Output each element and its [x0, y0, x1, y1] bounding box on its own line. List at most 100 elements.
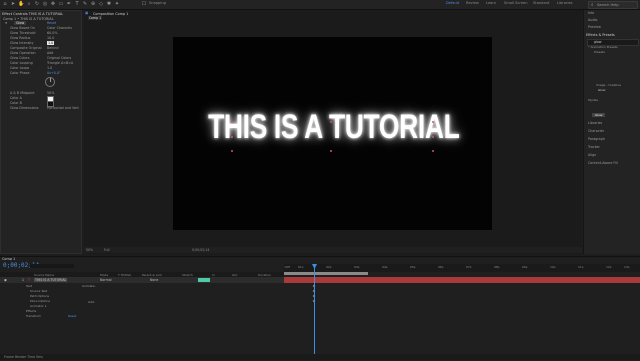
sub-row[interactable]: Source Text [30, 289, 47, 293]
prop-value[interactable]: Color Channels [47, 26, 72, 30]
headline-text-layer[interactable]: THIS IS A TUTORIAL [208, 108, 460, 147]
effects-presets-header[interactable]: Effects & Presets [586, 33, 615, 37]
sub-row[interactable]: Transform [26, 314, 41, 318]
text-handle[interactable] [432, 150, 434, 152]
pan-behind-tool-icon[interactable]: ✥ [50, 1, 56, 7]
prop-value[interactable]: 1.0 [47, 66, 52, 70]
hand-tool-icon[interactable]: ✋ [18, 1, 24, 7]
character-panel-tab[interactable]: Character [588, 129, 604, 133]
prop-value[interactable]: 60.0% [47, 31, 57, 35]
rotate-tool-icon[interactable]: ↻ [34, 1, 40, 7]
content-aware-fill-panel-tab[interactable]: Content-Aware Fill [588, 161, 618, 165]
clone-tool-icon[interactable]: ⊕ [90, 1, 96, 7]
libraries-panel-tab[interactable]: Libraries [588, 121, 602, 125]
prop-value[interactable]: 1.0 [47, 41, 55, 45]
prop-value[interactable]: Original Colors [47, 56, 71, 60]
prop-value[interactable]: Add [47, 51, 53, 55]
col-mode[interactable]: Mode [100, 273, 108, 277]
effect-name-glow[interactable]: Glow [14, 21, 27, 25]
help-search-input[interactable]: ⌕ Search Help [588, 1, 638, 9]
tree-item[interactable]: Image - Creative [596, 83, 621, 87]
paragraph-panel-tab[interactable]: Paragraph [588, 137, 605, 141]
col-trkmat[interactable]: T TrkMat [118, 273, 131, 277]
effect-expand-icon[interactable]: ▼ [5, 21, 7, 25]
effect-reset-link[interactable]: Reset [47, 21, 56, 25]
work-area-bar[interactable] [284, 272, 368, 275]
text-handle[interactable] [330, 150, 332, 152]
prop-value[interactable]: Behind [47, 46, 58, 50]
resolution-select[interactable]: Full [104, 248, 109, 252]
prop-value[interactable]: 10.0 [47, 36, 54, 40]
text-handle[interactable] [432, 121, 434, 123]
prop-value[interactable]: 0x+0.0° [47, 71, 61, 75]
tree-item[interactable]: Stylize [588, 98, 598, 102]
layer-mode[interactable]: Normal [100, 278, 112, 282]
brush-tool-icon[interactable]: ✎ [82, 1, 88, 7]
viewer-timecode[interactable]: 0;00;02;14 [192, 248, 209, 252]
prop-label: Color Phase [10, 71, 30, 75]
col-out[interactable]: Out [232, 273, 237, 277]
sub-row[interactable]: Text [26, 284, 32, 288]
comp-name-chip[interactable]: Comp 1 [88, 16, 102, 20]
prop-value[interactable]: Horizontal and Vert [47, 106, 79, 110]
effects-search-input[interactable]: glow [587, 39, 639, 46]
zoom-level[interactable]: 50% [86, 248, 93, 252]
workspace-review[interactable]: Review [466, 1, 479, 5]
workspace-libraries[interactable]: Libraries [557, 1, 573, 5]
sub-row[interactable]: Effects [26, 309, 36, 313]
selection-tool-icon[interactable]: ➤ [10, 1, 16, 7]
timeline-search-input[interactable] [30, 264, 74, 268]
col-parent[interactable]: Parent & Link [142, 273, 162, 277]
layer-name[interactable]: THIS IS A TUTORIAL [34, 278, 68, 282]
snapping-checkbox-icon[interactable]: ☐ [140, 1, 148, 7]
prop-value[interactable]: 50% [47, 91, 54, 95]
color-phase-dial[interactable] [45, 77, 55, 87]
lock-icon[interactable]: ▣ [85, 11, 88, 15]
text-handle[interactable] [231, 136, 233, 138]
transform-reset-link[interactable]: Reset [68, 314, 76, 318]
puppet-tool-icon[interactable]: ✦ [114, 1, 120, 7]
tree-item[interactable]: Glow [598, 88, 605, 92]
workspace-small-screen[interactable]: Small Screen [504, 1, 527, 5]
sub-row[interactable]: More Options [30, 299, 50, 303]
col-in[interactable]: In [212, 273, 215, 277]
effect-controls-tab[interactable]: Effect Controls THIS IS A TUTORIAL [2, 12, 63, 16]
col-source-name[interactable]: Source Name [34, 273, 54, 277]
workspace-standard[interactable]: Standard [533, 1, 549, 5]
type-tool-icon[interactable]: T [74, 1, 80, 7]
sub-row[interactable]: Animator 1 [30, 304, 47, 308]
eye-icon[interactable]: ◉ [4, 278, 7, 282]
text-handle[interactable] [231, 121, 233, 123]
col-duration[interactable]: Duration [258, 273, 271, 277]
tree-item-selected[interactable]: Glow [592, 113, 606, 117]
layer-parent[interactable]: None [150, 278, 158, 282]
add-label[interactable]: Add: [88, 300, 95, 304]
prop-value[interactable]: Triangle A>B>A [47, 61, 73, 65]
info-panel-tab[interactable]: Info [588, 11, 594, 15]
timeline-layer-row[interactable]: ◉ 1 T THIS IS A TUTORIAL Normal None [0, 277, 284, 283]
zoom-tool-icon[interactable]: ⌕ [26, 1, 32, 7]
shape-tool-icon[interactable]: ▭ [58, 1, 64, 7]
audio-panel-tab[interactable]: Audio [588, 18, 597, 22]
text-handle[interactable] [330, 121, 332, 123]
layer-duration-bar[interactable] [284, 277, 640, 283]
align-panel-tab[interactable]: Align [588, 153, 596, 157]
eraser-tool-icon[interactable]: ◇ [98, 1, 104, 7]
workspace-default[interactable]: Default [446, 1, 459, 5]
time-ruler[interactable]: :00f 01s 02s 03s 04s 05s 06s 07s 08s 09s… [284, 264, 640, 272]
roto-tool-icon[interactable]: ✱ [106, 1, 112, 7]
animate-label[interactable]: Animate: [82, 284, 96, 288]
preview-panel-tab[interactable]: Preview [588, 25, 601, 29]
workspace-learn[interactable]: Learn [486, 1, 496, 5]
camera-tool-icon[interactable]: ◎ [42, 1, 48, 7]
tracker-panel-tab[interactable]: Tracker [588, 145, 600, 149]
tree-item[interactable]: Presets [594, 50, 605, 54]
text-handle[interactable] [432, 136, 434, 138]
timeline-tab[interactable]: Comp 1 [2, 257, 15, 261]
sub-row[interactable]: Path Options [30, 294, 49, 298]
pen-tool-icon[interactable]: ✒ [66, 1, 72, 7]
current-time-indicator[interactable] [314, 264, 315, 360]
text-handle[interactable] [231, 150, 233, 152]
col-stretch[interactable]: Stretch [182, 273, 193, 277]
home-icon[interactable]: ⌂ [2, 1, 8, 7]
